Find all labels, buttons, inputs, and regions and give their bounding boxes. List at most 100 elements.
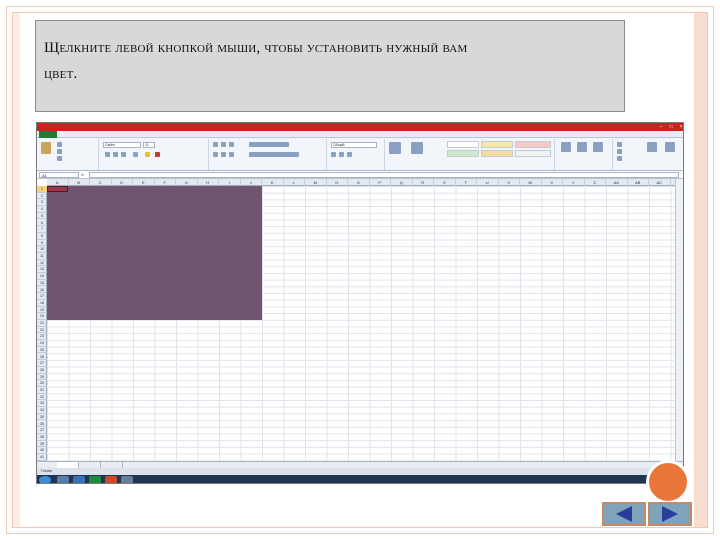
next-slide-button[interactable] (648, 502, 692, 526)
row-header[interactable]: 10 (37, 246, 47, 253)
row-header[interactable]: 40 (37, 447, 47, 454)
style-neutral[interactable] (481, 141, 513, 148)
row-header[interactable]: 35 (37, 414, 47, 421)
style-normal[interactable] (447, 141, 479, 148)
paste-icon[interactable] (41, 142, 51, 154)
row-header[interactable]: 1 (37, 186, 47, 193)
app-taskbar-icon[interactable] (121, 476, 133, 483)
column-header[interactable]: G (176, 179, 198, 186)
style-input[interactable] (481, 150, 513, 157)
minimize-icon[interactable]: – (657, 124, 665, 130)
row-header[interactable]: 6 (37, 220, 47, 227)
column-header[interactable]: H (198, 179, 219, 186)
font-color-icon[interactable] (155, 152, 160, 157)
delete-cells-icon[interactable] (577, 142, 587, 152)
row-header[interactable]: 27 (37, 360, 47, 367)
row-header[interactable]: 41 (37, 454, 47, 461)
column-header[interactable]: K (262, 179, 284, 186)
row-header[interactable]: 31 (37, 387, 47, 394)
column-header[interactable]: Z (585, 179, 606, 186)
align-middle-icon[interactable] (221, 142, 226, 147)
name-box[interactable]: A1 (39, 172, 79, 178)
row-header[interactable]: 15 (37, 280, 47, 287)
insert-cells-icon[interactable] (561, 142, 571, 152)
close-icon[interactable]: × (677, 124, 683, 130)
sort-filter-icon[interactable] (647, 142, 657, 152)
row-header[interactable]: 19 (37, 307, 47, 314)
column-header[interactable]: M (305, 179, 327, 186)
fx-icon[interactable]: fx (81, 171, 84, 179)
fill-icon[interactable] (617, 149, 622, 154)
explorer-icon[interactable] (57, 476, 69, 483)
vertical-scrollbar[interactable] (675, 179, 683, 461)
column-header[interactable]: B (69, 179, 90, 186)
italic-icon[interactable] (113, 152, 118, 157)
underline-icon[interactable] (121, 152, 126, 157)
currency-icon[interactable] (331, 152, 336, 157)
column-header[interactable]: P (370, 179, 391, 186)
row-header[interactable]: 36 (37, 421, 47, 428)
column-header[interactable]: Y (563, 179, 585, 186)
column-header[interactable]: I (219, 179, 241, 186)
column-header[interactable]: X (542, 179, 563, 186)
row-header[interactable]: 7 (37, 226, 47, 233)
align-center-icon[interactable] (221, 152, 226, 157)
prev-slide-button[interactable] (602, 502, 646, 526)
align-right-icon[interactable] (229, 152, 234, 157)
row-header[interactable]: 38 (37, 434, 47, 441)
font-name-box[interactable]: Calibri (103, 142, 141, 148)
column-header[interactable]: Q (391, 179, 413, 186)
column-header[interactable]: R (413, 179, 434, 186)
comma-icon[interactable] (347, 152, 352, 157)
row-header[interactable]: 3 (37, 199, 47, 207)
start-icon[interactable] (39, 476, 51, 483)
active-cell[interactable] (47, 186, 68, 192)
column-header[interactable]: A (47, 179, 69, 186)
row-header[interactable]: 26 (37, 354, 47, 361)
merge-center-icon[interactable] (249, 152, 299, 157)
row-header[interactable]: 25 (37, 347, 47, 354)
column-header[interactable]: W (520, 179, 542, 186)
powerpoint-taskbar-icon[interactable] (105, 476, 117, 483)
column-header[interactable]: AA (606, 179, 628, 186)
file-tab[interactable] (39, 131, 57, 138)
align-left-icon[interactable] (213, 152, 218, 157)
column-header[interactable]: J (241, 179, 262, 186)
column-header[interactable]: C (90, 179, 112, 186)
filled-range[interactable] (47, 186, 262, 320)
borders-icon[interactable] (133, 152, 138, 157)
maximize-icon[interactable]: □ (667, 124, 675, 130)
row-header[interactable]: 22 (37, 327, 47, 334)
excel-taskbar-icon[interactable] (89, 476, 101, 483)
row-header[interactable]: 23 (37, 333, 47, 341)
row-header[interactable]: 11 (37, 253, 47, 260)
row-header[interactable]: 30 (37, 380, 47, 387)
percent-icon[interactable] (339, 152, 344, 157)
fill-color-icon[interactable] (145, 152, 150, 157)
column-header[interactable]: V (499, 179, 520, 186)
number-format-box[interactable]: Общий (331, 142, 377, 148)
row-header[interactable]: 14 (37, 273, 47, 280)
column-header[interactable]: O (348, 179, 370, 186)
row-header[interactable]: 33 (37, 400, 47, 408)
row-header[interactable]: 16 (37, 287, 47, 294)
row-header[interactable]: 34 (37, 407, 47, 414)
style-bad[interactable] (515, 141, 551, 148)
row-header[interactable]: 21 (37, 320, 47, 327)
formula-input[interactable] (89, 172, 679, 178)
row-header[interactable]: 9 (37, 240, 47, 247)
column-header[interactable]: T (456, 179, 477, 186)
column-header[interactable]: AC (649, 179, 671, 186)
column-header[interactable]: F (155, 179, 176, 186)
row-header[interactable]: 32 (37, 394, 47, 401)
column-header[interactable]: N (327, 179, 348, 186)
column-header[interactable]: E (133, 179, 155, 186)
row-header[interactable]: 18 (37, 300, 47, 307)
browser-icon[interactable] (73, 476, 85, 483)
row-header[interactable]: 20 (37, 313, 47, 320)
column-header[interactable]: D (112, 179, 133, 186)
format-table-icon[interactable] (411, 142, 423, 154)
row-header[interactable]: 17 (37, 293, 47, 300)
cut-icon[interactable] (57, 142, 62, 147)
align-bottom-icon[interactable] (229, 142, 234, 147)
